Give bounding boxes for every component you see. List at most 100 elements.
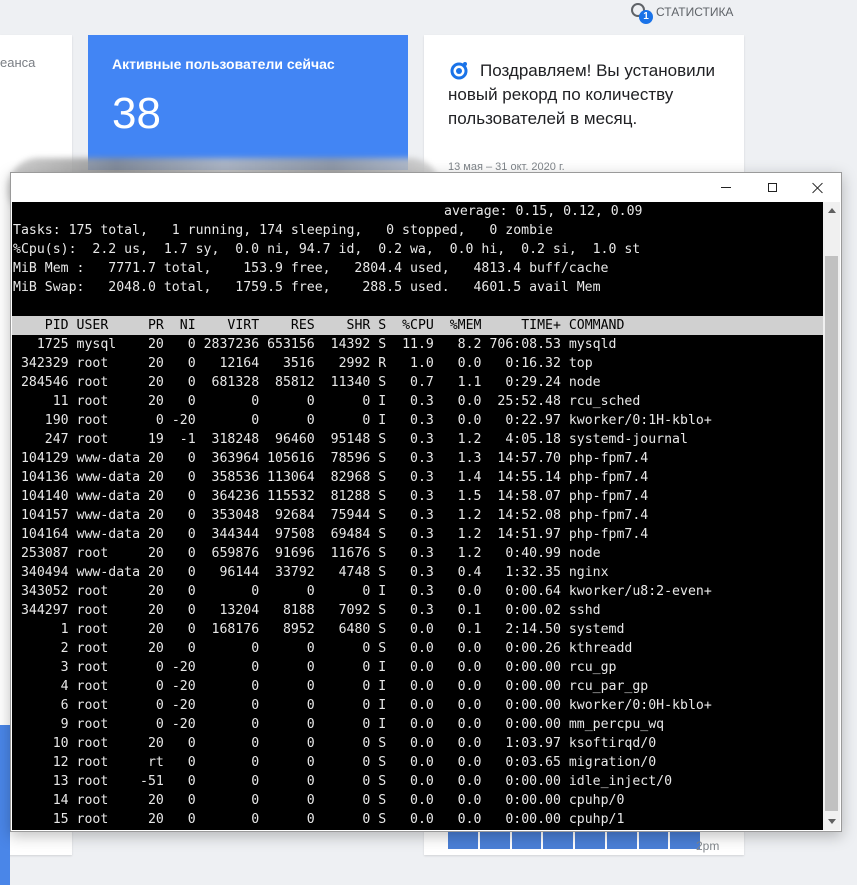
cell-state: S	[370, 508, 387, 523]
cell-mem: 0.0	[433, 356, 482, 371]
cell-command: mm_percpu_wq	[560, 717, 665, 732]
terminal-titlebar[interactable]	[11, 173, 841, 202]
process-row: 247 root 19 -1 318248 96460 95148 S 0.3 …	[12, 430, 823, 449]
cell-cpu: 0.0	[386, 755, 434, 770]
cell-cpu: 0.0	[386, 641, 434, 656]
maximize-button[interactable]	[749, 173, 795, 202]
cell-cpu: 0.3	[386, 508, 434, 523]
cell-command: rcu_gp	[560, 660, 617, 675]
cell-pr: 0	[140, 698, 164, 713]
cell-ni: 0	[163, 451, 196, 466]
insights-icon: 1	[630, 2, 653, 24]
cell-shr: 0	[314, 736, 371, 751]
close-button[interactable]	[795, 173, 841, 202]
cell-virt: 0	[195, 660, 260, 675]
cell-cpu: 0.3	[386, 489, 434, 504]
cell-shr: 0	[314, 660, 371, 675]
cell-mem: 0.4	[433, 565, 482, 580]
cell-state: S	[370, 451, 387, 466]
cell-time: 0:00.02	[481, 603, 561, 618]
cell-pid: 6	[13, 698, 69, 713]
cell-virt: 681328	[195, 375, 260, 390]
cell-res: 0	[259, 394, 315, 409]
cell-res: 96460	[259, 432, 315, 447]
terminal-screen[interactable]: average: 0.15, 0.12, 0.09 Tasks: 175 tot…	[12, 202, 823, 830]
cell-ni: 0	[163, 641, 196, 656]
cell-virt: 0	[195, 413, 260, 428]
cell-shr: 7092	[314, 603, 371, 618]
process-row: 284546 root 20 0 681328 85812 11340 S 0.…	[12, 373, 823, 392]
header-command: COMMAND	[560, 318, 625, 333]
cell-user: root	[68, 641, 141, 656]
cell-time: 2:14.50	[481, 622, 561, 637]
cell-command: kworker/0:0H-kblo+	[560, 698, 712, 713]
cell-res: 0	[259, 736, 315, 751]
cell-user: root	[68, 603, 141, 618]
cell-pr: 20	[140, 337, 164, 352]
cell-state: S	[370, 641, 387, 656]
scroll-down-arrow-icon[interactable]	[823, 813, 840, 830]
cell-time: 0:29.24	[481, 375, 561, 390]
cell-mem: 0.1	[433, 603, 482, 618]
cell-res: 8188	[259, 603, 315, 618]
cell-user: www-data	[68, 527, 141, 542]
process-row: 104164 www-data 20 0 344344 97508 69484 …	[12, 525, 823, 544]
cell-pr: 19	[140, 432, 164, 447]
cell-pid: 104164	[13, 527, 69, 542]
cell-pid: 2	[13, 641, 69, 656]
cell-state: S	[370, 603, 387, 618]
cell-shr: 0	[314, 774, 371, 789]
cell-state: S	[370, 793, 387, 808]
cell-ni: -20	[163, 660, 196, 675]
cell-command: systemd	[560, 622, 625, 637]
cell-pr: 20	[140, 793, 164, 808]
cell-res: 0	[259, 812, 315, 827]
cell-virt: 0	[195, 679, 260, 694]
load-average-line: average: 0.15, 0.12, 0.09	[12, 202, 823, 221]
cell-cpu: 1.0	[386, 356, 434, 371]
cell-virt: 0	[195, 755, 260, 770]
cell-res: 97508	[259, 527, 315, 542]
vertical-scrollbar[interactable]	[823, 202, 840, 830]
cell-user: root	[68, 413, 141, 428]
statistics-link[interactable]: 1 СТАТИСТИКА	[630, 0, 733, 24]
cell-shr: 82968	[314, 470, 371, 485]
cell-user: www-data	[68, 470, 141, 485]
process-row: 104129 www-data 20 0 363964 105616 78596…	[12, 449, 823, 468]
minimize-icon	[721, 187, 731, 188]
cell-user: www-data	[68, 451, 141, 466]
cell-time: 0:16.32	[481, 356, 561, 371]
cell-pid: 9	[13, 717, 69, 732]
terminal-window[interactable]: average: 0.15, 0.12, 0.09 Tasks: 175 tot…	[10, 172, 842, 832]
cell-mem: 1.5	[433, 489, 482, 504]
cell-mem: 0.1	[433, 622, 482, 637]
cell-user: root	[68, 774, 141, 789]
cell-ni: 0	[163, 622, 196, 637]
cell-shr: 14392	[314, 337, 371, 352]
header-ni: NI	[163, 318, 196, 333]
minimize-button[interactable]	[703, 173, 749, 202]
cell-time: 0:00.00	[481, 660, 561, 675]
cell-virt: 358536	[195, 470, 260, 485]
cell-virt: 353048	[195, 508, 260, 523]
cell-shr: 0	[314, 679, 371, 694]
process-row: 4 root 0 -20 0 0 0 I 0.0 0.0 0:00.00 rcu…	[12, 677, 823, 696]
cell-ni: 0	[163, 546, 196, 561]
cell-time: 706:08.53	[481, 337, 561, 352]
cell-user: mysql	[68, 337, 141, 352]
scroll-up-arrow-icon[interactable]	[823, 202, 840, 219]
cell-res: 85812	[259, 375, 315, 390]
scrollbar-thumb[interactable]	[825, 256, 838, 811]
cell-pr: 20	[140, 451, 164, 466]
cell-virt: 0	[195, 812, 260, 827]
process-table-header: PID USER PR NI VIRT RES SHR S %CPU %MEM …	[12, 316, 823, 335]
cell-shr: 4748	[314, 565, 371, 580]
cell-pid: 247	[13, 432, 69, 447]
active-users-card[interactable]: Активные пользователи сейчас 38	[88, 35, 408, 170]
cell-cpu: 0.0	[386, 793, 434, 808]
cell-user: root	[68, 660, 141, 675]
cell-pid: 11	[13, 394, 69, 409]
cell-user: root	[68, 584, 141, 599]
cell-mem: 0.0	[433, 755, 482, 770]
cell-ni: -20	[163, 413, 196, 428]
